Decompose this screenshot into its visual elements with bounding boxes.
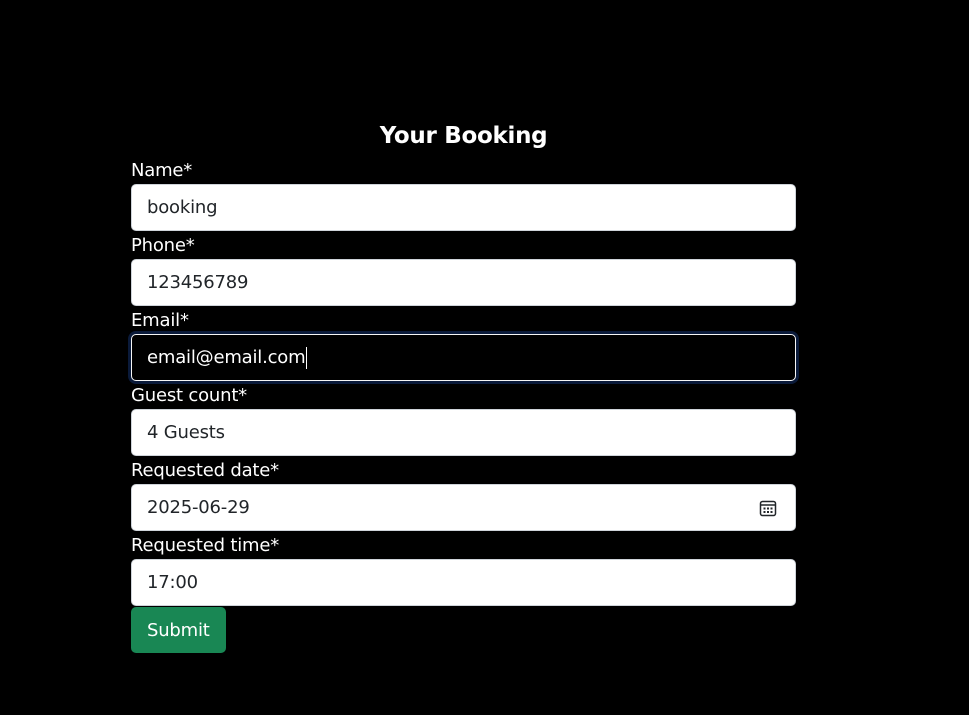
guest-count-select[interactable]: 4 Guests bbox=[131, 409, 796, 456]
email-field[interactable]: email@email.com bbox=[131, 334, 796, 381]
date-label: Requested date* bbox=[131, 460, 279, 481]
calendar-icon[interactable] bbox=[759, 499, 777, 517]
email-label: Email* bbox=[131, 310, 189, 331]
guest-count-label: Guest count* bbox=[131, 385, 247, 406]
text-caret bbox=[306, 346, 308, 369]
date-field[interactable]: 2025-06-29 bbox=[131, 484, 796, 531]
submit-button[interactable]: Submit bbox=[131, 607, 226, 653]
name-label: Name* bbox=[131, 160, 193, 181]
phone-label: Phone* bbox=[131, 235, 195, 256]
booking-form: Your Booking Name* booking Phone* 123456… bbox=[131, 118, 796, 653]
date-value: 2025-06-29 bbox=[147, 497, 250, 518]
phone-field[interactable]: 123456789 bbox=[131, 259, 796, 306]
phone-value: 123456789 bbox=[147, 272, 249, 293]
form-title: Your Booking bbox=[379, 123, 548, 149]
email-value: email@email.com bbox=[147, 347, 306, 368]
time-label: Requested time* bbox=[131, 535, 280, 556]
name-field[interactable]: booking bbox=[131, 184, 796, 231]
name-value: booking bbox=[147, 197, 218, 218]
time-value: 17:00 bbox=[147, 572, 198, 593]
time-field[interactable]: 17:00 bbox=[131, 559, 796, 606]
guest-count-value: 4 Guests bbox=[147, 422, 225, 443]
